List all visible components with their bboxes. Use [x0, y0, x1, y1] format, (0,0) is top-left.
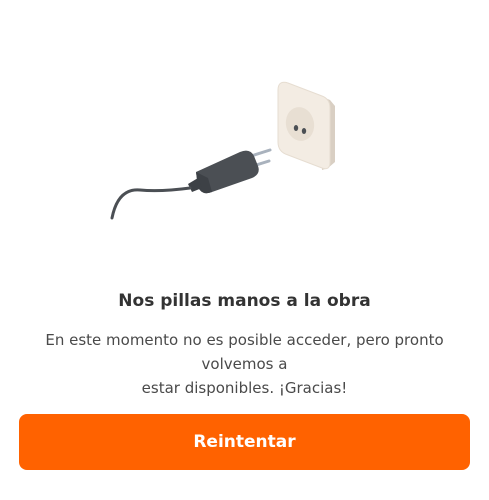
- unplugged-charger-icon: [100, 70, 350, 230]
- retry-button[interactable]: Reintentar: [19, 414, 470, 470]
- error-message-line-1: En este momento no es posible acceder, p…: [45, 331, 444, 373]
- error-title: Nos pillas manos a la obra: [118, 291, 371, 311]
- error-message-line-2: estar disponibles. ¡Gracias!: [141, 379, 348, 397]
- error-message: En este momento no es posible acceder, p…: [18, 328, 471, 400]
